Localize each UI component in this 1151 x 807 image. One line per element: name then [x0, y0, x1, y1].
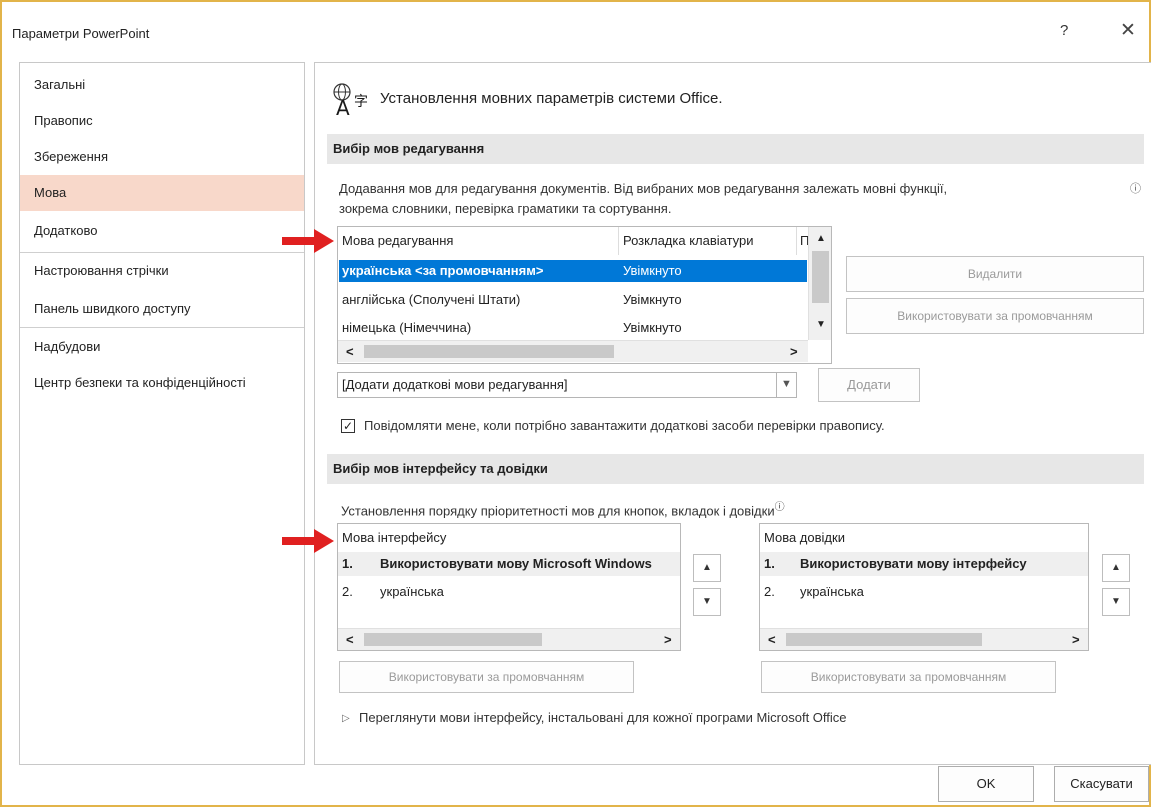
- expand-icon[interactable]: ▷: [342, 713, 350, 724]
- editing-description-line1: Додавання мов для редагування документів…: [339, 181, 948, 196]
- window-title: Параметри PowerPoint: [12, 26, 150, 41]
- add-language-dropdown[interactable]: [Додати додаткові мови редагування] ▼: [337, 372, 797, 398]
- annotation-arrow-icon: [282, 229, 334, 253]
- column-divider: [796, 227, 797, 255]
- interface-default-button[interactable]: Використовувати за промовчанням: [339, 661, 634, 693]
- help-default-button[interactable]: Використовувати за промовчанням: [761, 661, 1056, 693]
- chevron-down-icon: ▼: [776, 373, 796, 397]
- horizontal-scrollbar[interactable]: < >: [338, 340, 808, 362]
- sidebar-item-general[interactable]: Загальні: [20, 67, 304, 103]
- editing-description-line2: зокрема словники, перевірка граматики та…: [339, 201, 672, 216]
- sidebar-item-trust-center[interactable]: Центр безпеки та конфіденційності: [20, 365, 304, 401]
- sidebar: Загальні Правопис Збереження Мова Додатк…: [19, 62, 305, 765]
- list-item[interactable]: Використовувати мову Microsoft Windows: [380, 552, 680, 576]
- page-title: Установлення мовних параметрів системи O…: [380, 90, 723, 107]
- notify-checkbox[interactable]: ✓: [341, 419, 355, 433]
- move-up-button[interactable]: ▲: [1102, 554, 1130, 582]
- help-language-list: Мова довідки 1. Використовувати мову інт…: [759, 523, 1089, 651]
- table-cell-layout[interactable]: Увімкнуто: [623, 259, 783, 283]
- table-cell-language[interactable]: англійська (Сполучені Штати): [342, 288, 614, 312]
- table-cell-layout[interactable]: Увімкнуто: [623, 288, 783, 312]
- table-cell-language[interactable]: українська <за промовчанням>: [342, 259, 614, 283]
- dialog-window: Параметри PowerPoint ? ✕ Загальні Правоп…: [0, 0, 1151, 807]
- help-button[interactable]: ?: [1060, 22, 1068, 39]
- cancel-button[interactable]: Скасувати: [1054, 766, 1149, 802]
- table-cell-layout[interactable]: Увімкнуто: [623, 316, 783, 340]
- close-button[interactable]: ✕: [1120, 19, 1136, 42]
- set-default-editing-button[interactable]: Використовувати за промовчанням: [846, 298, 1144, 334]
- svg-text:A: A: [336, 96, 350, 116]
- svg-text:字: 字: [354, 94, 368, 110]
- list-item-number: 1.: [342, 556, 353, 571]
- column-divider: [618, 227, 619, 255]
- sidebar-item-advanced[interactable]: Додатково: [20, 213, 304, 249]
- section-header-interface: Вибір мов інтерфейсу та довідки: [327, 454, 1144, 484]
- ok-button[interactable]: OK: [938, 766, 1034, 802]
- sidebar-item-language[interactable]: Мова: [20, 175, 304, 211]
- sidebar-item-addins[interactable]: Надбудови: [20, 329, 304, 365]
- list-item[interactable]: українська: [800, 580, 1080, 604]
- column-header-layout[interactable]: Розкладка клавіатури: [623, 227, 803, 255]
- content-panel: [314, 62, 1151, 765]
- sidebar-item-customize-ribbon[interactable]: Настроювання стрічки: [20, 253, 304, 289]
- add-language-dropdown-value: [Додати додаткові мови редагування]: [342, 377, 568, 392]
- scroll-down-icon[interactable]: ▼: [816, 319, 826, 330]
- scroll-left-icon[interactable]: <: [768, 632, 776, 647]
- horizontal-scrollbar[interactable]: < >: [338, 628, 680, 650]
- notify-checkbox-label[interactable]: Повідомляти мене, коли потрібно завантаж…: [364, 416, 885, 436]
- move-down-button[interactable]: ▼: [1102, 588, 1130, 616]
- horizontal-scroll-thumb[interactable]: [364, 345, 614, 358]
- editing-languages-table: Мова редагування Розкладка клавіатури П …: [337, 226, 832, 364]
- interface-description-text: Установлення порядку пріоритетності мов …: [341, 503, 775, 519]
- vertical-scroll-thumb[interactable]: [812, 251, 829, 303]
- interface-list-header: Мова інтерфейсу: [342, 530, 447, 545]
- horizontal-scroll-thumb[interactable]: [364, 633, 542, 646]
- language-icon: A 字: [333, 83, 368, 116]
- table-cell-language[interactable]: німецька (Німеччина): [342, 316, 614, 340]
- annotation-arrow-icon: [282, 529, 334, 553]
- scroll-right-icon[interactable]: >: [790, 344, 798, 359]
- interface-description: Установлення порядку пріоритетності мов …: [341, 498, 785, 521]
- add-button[interactable]: Додати: [818, 368, 920, 402]
- vertical-scrollbar[interactable]: ▲ ▼: [808, 227, 831, 340]
- sidebar-item-quick-access-toolbar[interactable]: Панель швидкого доступу: [20, 291, 304, 327]
- list-item[interactable]: українська: [380, 580, 660, 604]
- list-item-number: 2.: [342, 584, 353, 599]
- section-header-editing: Вибір мов редагування: [327, 134, 1144, 164]
- sidebar-item-save[interactable]: Збереження: [20, 139, 304, 175]
- help-list-header: Мова довідки: [764, 530, 845, 545]
- sidebar-item-proofing[interactable]: Правопис: [20, 103, 304, 139]
- list-item-number: 2.: [764, 584, 775, 599]
- sidebar-divider: [20, 327, 304, 328]
- horizontal-scrollbar[interactable]: < >: [760, 628, 1088, 650]
- move-down-button[interactable]: ▼: [693, 588, 721, 616]
- move-up-button[interactable]: ▲: [693, 554, 721, 582]
- info-icon[interactable]: ⓘ: [775, 502, 785, 513]
- interface-language-list: Мова інтерфейсу 1. Використовувати мову …: [337, 523, 681, 651]
- info-icon[interactable]: ⓘ: [1130, 180, 1141, 196]
- scroll-up-icon[interactable]: ▲: [816, 233, 826, 244]
- remove-button[interactable]: Видалити: [846, 256, 1144, 292]
- scroll-left-icon[interactable]: <: [346, 344, 354, 359]
- list-item[interactable]: Використовувати мову інтерфейсу: [800, 552, 1088, 576]
- scroll-right-icon[interactable]: >: [664, 632, 672, 647]
- horizontal-scroll-thumb[interactable]: [786, 633, 982, 646]
- scroll-left-icon[interactable]: <: [346, 632, 354, 647]
- column-header-language[interactable]: Мова редагування: [342, 227, 612, 255]
- title-bar: Параметри PowerPoint ? ✕: [2, 2, 1149, 64]
- scroll-right-icon[interactable]: >: [1072, 632, 1080, 647]
- view-installed-languages-link[interactable]: Переглянути мови інтерфейсу, інстальован…: [359, 708, 847, 728]
- list-item-number: 1.: [764, 556, 775, 571]
